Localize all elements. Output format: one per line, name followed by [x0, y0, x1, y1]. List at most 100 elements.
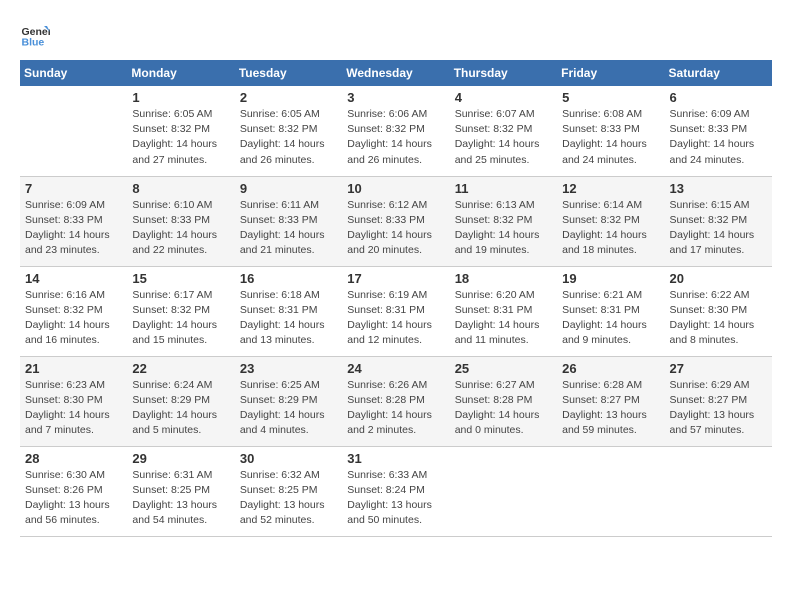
calendar-cell: 15Sunrise: 6:17 AMSunset: 8:32 PMDayligh… — [127, 266, 234, 356]
day-info: Sunrise: 6:19 AMSunset: 8:31 PMDaylight:… — [347, 288, 444, 349]
header-day-monday: Monday — [127, 60, 234, 86]
calendar-cell: 31 Sunrise: 6:33 AMSunset: 8:24 PMDayligh… — [342, 446, 449, 536]
header-day-saturday: Saturday — [665, 60, 772, 86]
day-info: Sunrise: 6:28 AMSunset: 8:27 PMDaylight:… — [562, 378, 659, 439]
day-number: 5 — [562, 90, 659, 105]
calendar-cell: 17 Sunrise: 6:19 AMSunset: 8:31 PMDayligh… — [342, 266, 449, 356]
day-number: 9 — [240, 181, 337, 196]
calendar-cell: 23 Sunrise: 6:25 AMSunset: 8:29 PMDayligh… — [235, 356, 342, 446]
calendar-cell: 20 Sunrise: 6:22 AMSunset: 8:30 PMDayligh… — [665, 266, 772, 356]
day-number: 8 — [132, 181, 229, 196]
calendar-cell: 13 Sunrise: 6:15 AMSunset: 8:32 PMDayligh… — [665, 176, 772, 266]
calendar-cell — [665, 446, 772, 536]
day-info: Sunrise: 6:07 AMSunset: 8:32 PMDaylight:… — [455, 107, 552, 168]
day-number: 27 — [670, 361, 767, 376]
day-number: 26 — [562, 361, 659, 376]
day-info: Sunrise: 6:06 AMSunset: 8:32 PMDaylight:… — [347, 107, 444, 168]
calendar-cell: 12 Sunrise: 6:14 AMSunset: 8:32 PMDayligh… — [557, 176, 664, 266]
day-number: 1 — [132, 90, 229, 105]
day-info: Sunrise: 6:24 AMSunset: 8:29 PMDaylight:… — [132, 378, 229, 439]
day-number: 20 — [670, 271, 767, 286]
calendar-table: SundayMondayTuesdayWednesdayThursdayFrid… — [20, 60, 772, 537]
calendar-cell: 22Sunrise: 6:24 AMSunset: 8:29 PMDayligh… — [127, 356, 234, 446]
calendar-cell: 16Sunrise: 6:18 AMSunset: 8:31 PMDayligh… — [235, 266, 342, 356]
week-row-4: 21 Sunrise: 6:23 AMSunset: 8:30 PMDayligh… — [20, 356, 772, 446]
calendar-cell: 21 Sunrise: 6:23 AMSunset: 8:30 PMDayligh… — [20, 356, 127, 446]
day-info: Sunrise: 6:15 AMSunset: 8:32 PMDaylight:… — [670, 198, 767, 259]
header-day-tuesday: Tuesday — [235, 60, 342, 86]
day-number: 23 — [240, 361, 337, 376]
calendar-cell: 30 Sunrise: 6:32 AMSunset: 8:25 PMDayligh… — [235, 446, 342, 536]
calendar-cell: 3 Sunrise: 6:06 AMSunset: 8:32 PMDaylight… — [342, 86, 449, 176]
day-number: 28 — [25, 451, 122, 466]
week-row-1: 1 Sunrise: 6:05 AMSunset: 8:32 PMDaylight… — [20, 86, 772, 176]
calendar-cell: 24Sunrise: 6:26 AMSunset: 8:28 PMDayligh… — [342, 356, 449, 446]
calendar-cell: 7Sunrise: 6:09 AMSunset: 8:33 PMDaylight… — [20, 176, 127, 266]
day-number: 21 — [25, 361, 122, 376]
day-info: Sunrise: 6:16 AMSunset: 8:32 PMDaylight:… — [25, 288, 122, 349]
calendar-cell: 27 Sunrise: 6:29 AMSunset: 8:27 PMDayligh… — [665, 356, 772, 446]
calendar-cell — [450, 446, 557, 536]
day-info: Sunrise: 6:05 AMSunset: 8:32 PMDaylight:… — [240, 107, 337, 168]
header-row: SundayMondayTuesdayWednesdayThursdayFrid… — [20, 60, 772, 86]
day-number: 13 — [670, 181, 767, 196]
day-info: Sunrise: 6:08 AMSunset: 8:33 PMDaylight:… — [562, 107, 659, 168]
header-day-wednesday: Wednesday — [342, 60, 449, 86]
day-info: Sunrise: 6:20 AMSunset: 8:31 PMDaylight:… — [455, 288, 552, 349]
week-row-2: 7Sunrise: 6:09 AMSunset: 8:33 PMDaylight… — [20, 176, 772, 266]
day-info: Sunrise: 6:22 AMSunset: 8:30 PMDaylight:… — [670, 288, 767, 349]
calendar-cell: 6 Sunrise: 6:09 AMSunset: 8:33 PMDaylight… — [665, 86, 772, 176]
header-day-sunday: Sunday — [20, 60, 127, 86]
day-info: Sunrise: 6:27 AMSunset: 8:28 PMDaylight:… — [455, 378, 552, 439]
day-number: 11 — [455, 181, 552, 196]
day-info: Sunrise: 6:33 AMSunset: 8:24 PMDaylight:… — [347, 468, 444, 529]
calendar-cell — [20, 86, 127, 176]
day-info: Sunrise: 6:05 AMSunset: 8:32 PMDaylight:… — [132, 107, 229, 168]
calendar-cell: 28 Sunrise: 6:30 AMSunset: 8:26 PMDayligh… — [20, 446, 127, 536]
day-info: Sunrise: 6:18 AMSunset: 8:31 PMDaylight:… — [240, 288, 337, 349]
calendar-cell: 2Sunrise: 6:05 AMSunset: 8:32 PMDaylight… — [235, 86, 342, 176]
calendar-cell: 5 Sunrise: 6:08 AMSunset: 8:33 PMDaylight… — [557, 86, 664, 176]
day-info: Sunrise: 6:21 AMSunset: 8:31 PMDaylight:… — [562, 288, 659, 349]
day-info: Sunrise: 6:09 AMSunset: 8:33 PMDaylight:… — [670, 107, 767, 168]
week-row-5: 28 Sunrise: 6:30 AMSunset: 8:26 PMDayligh… — [20, 446, 772, 536]
day-info: Sunrise: 6:12 AMSunset: 8:33 PMDaylight:… — [347, 198, 444, 259]
calendar-cell: 8 Sunrise: 6:10 AMSunset: 8:33 PMDaylight… — [127, 176, 234, 266]
day-info: Sunrise: 6:09 AMSunset: 8:33 PMDaylight:… — [25, 198, 122, 259]
day-number: 30 — [240, 451, 337, 466]
day-number: 25 — [455, 361, 552, 376]
day-number: 3 — [347, 90, 444, 105]
calendar-cell: 4 Sunrise: 6:07 AMSunset: 8:32 PMDaylight… — [450, 86, 557, 176]
day-info: Sunrise: 6:30 AMSunset: 8:26 PMDaylight:… — [25, 468, 122, 529]
svg-text:Blue: Blue — [22, 37, 45, 49]
day-info: Sunrise: 6:23 AMSunset: 8:30 PMDaylight:… — [25, 378, 122, 439]
day-info: Sunrise: 6:17 AMSunset: 8:32 PMDaylight:… — [132, 288, 229, 349]
day-info: Sunrise: 6:10 AMSunset: 8:33 PMDaylight:… — [132, 198, 229, 259]
day-number: 17 — [347, 271, 444, 286]
day-number: 31 — [347, 451, 444, 466]
calendar-cell: 10 Sunrise: 6:12 AMSunset: 8:33 PMDayligh… — [342, 176, 449, 266]
header-day-friday: Friday — [557, 60, 664, 86]
calendar-cell: 14Sunrise: 6:16 AMSunset: 8:32 PMDayligh… — [20, 266, 127, 356]
day-info: Sunrise: 6:26 AMSunset: 8:28 PMDaylight:… — [347, 378, 444, 439]
day-info: Sunrise: 6:25 AMSunset: 8:29 PMDaylight:… — [240, 378, 337, 439]
day-info: Sunrise: 6:32 AMSunset: 8:25 PMDaylight:… — [240, 468, 337, 529]
day-number: 19 — [562, 271, 659, 286]
logo-icon: General Blue — [20, 20, 50, 50]
day-info: Sunrise: 6:13 AMSunset: 8:32 PMDaylight:… — [455, 198, 552, 259]
calendar-cell: 18Sunrise: 6:20 AMSunset: 8:31 PMDayligh… — [450, 266, 557, 356]
day-info: Sunrise: 6:14 AMSunset: 8:32 PMDaylight:… — [562, 198, 659, 259]
day-info: Sunrise: 6:31 AMSunset: 8:25 PMDaylight:… — [132, 468, 229, 529]
day-number: 12 — [562, 181, 659, 196]
calendar-cell — [557, 446, 664, 536]
calendar-cell: 26 Sunrise: 6:28 AMSunset: 8:27 PMDayligh… — [557, 356, 664, 446]
calendar-cell: 19 Sunrise: 6:21 AMSunset: 8:31 PMDayligh… — [557, 266, 664, 356]
day-number: 4 — [455, 90, 552, 105]
day-info: Sunrise: 6:11 AMSunset: 8:33 PMDaylight:… — [240, 198, 337, 259]
day-number: 6 — [670, 90, 767, 105]
header-day-thursday: Thursday — [450, 60, 557, 86]
calendar-cell: 11 Sunrise: 6:13 AMSunset: 8:32 PMDayligh… — [450, 176, 557, 266]
day-info: Sunrise: 6:29 AMSunset: 8:27 PMDaylight:… — [670, 378, 767, 439]
calendar-cell: 29Sunrise: 6:31 AMSunset: 8:25 PMDayligh… — [127, 446, 234, 536]
day-number: 10 — [347, 181, 444, 196]
